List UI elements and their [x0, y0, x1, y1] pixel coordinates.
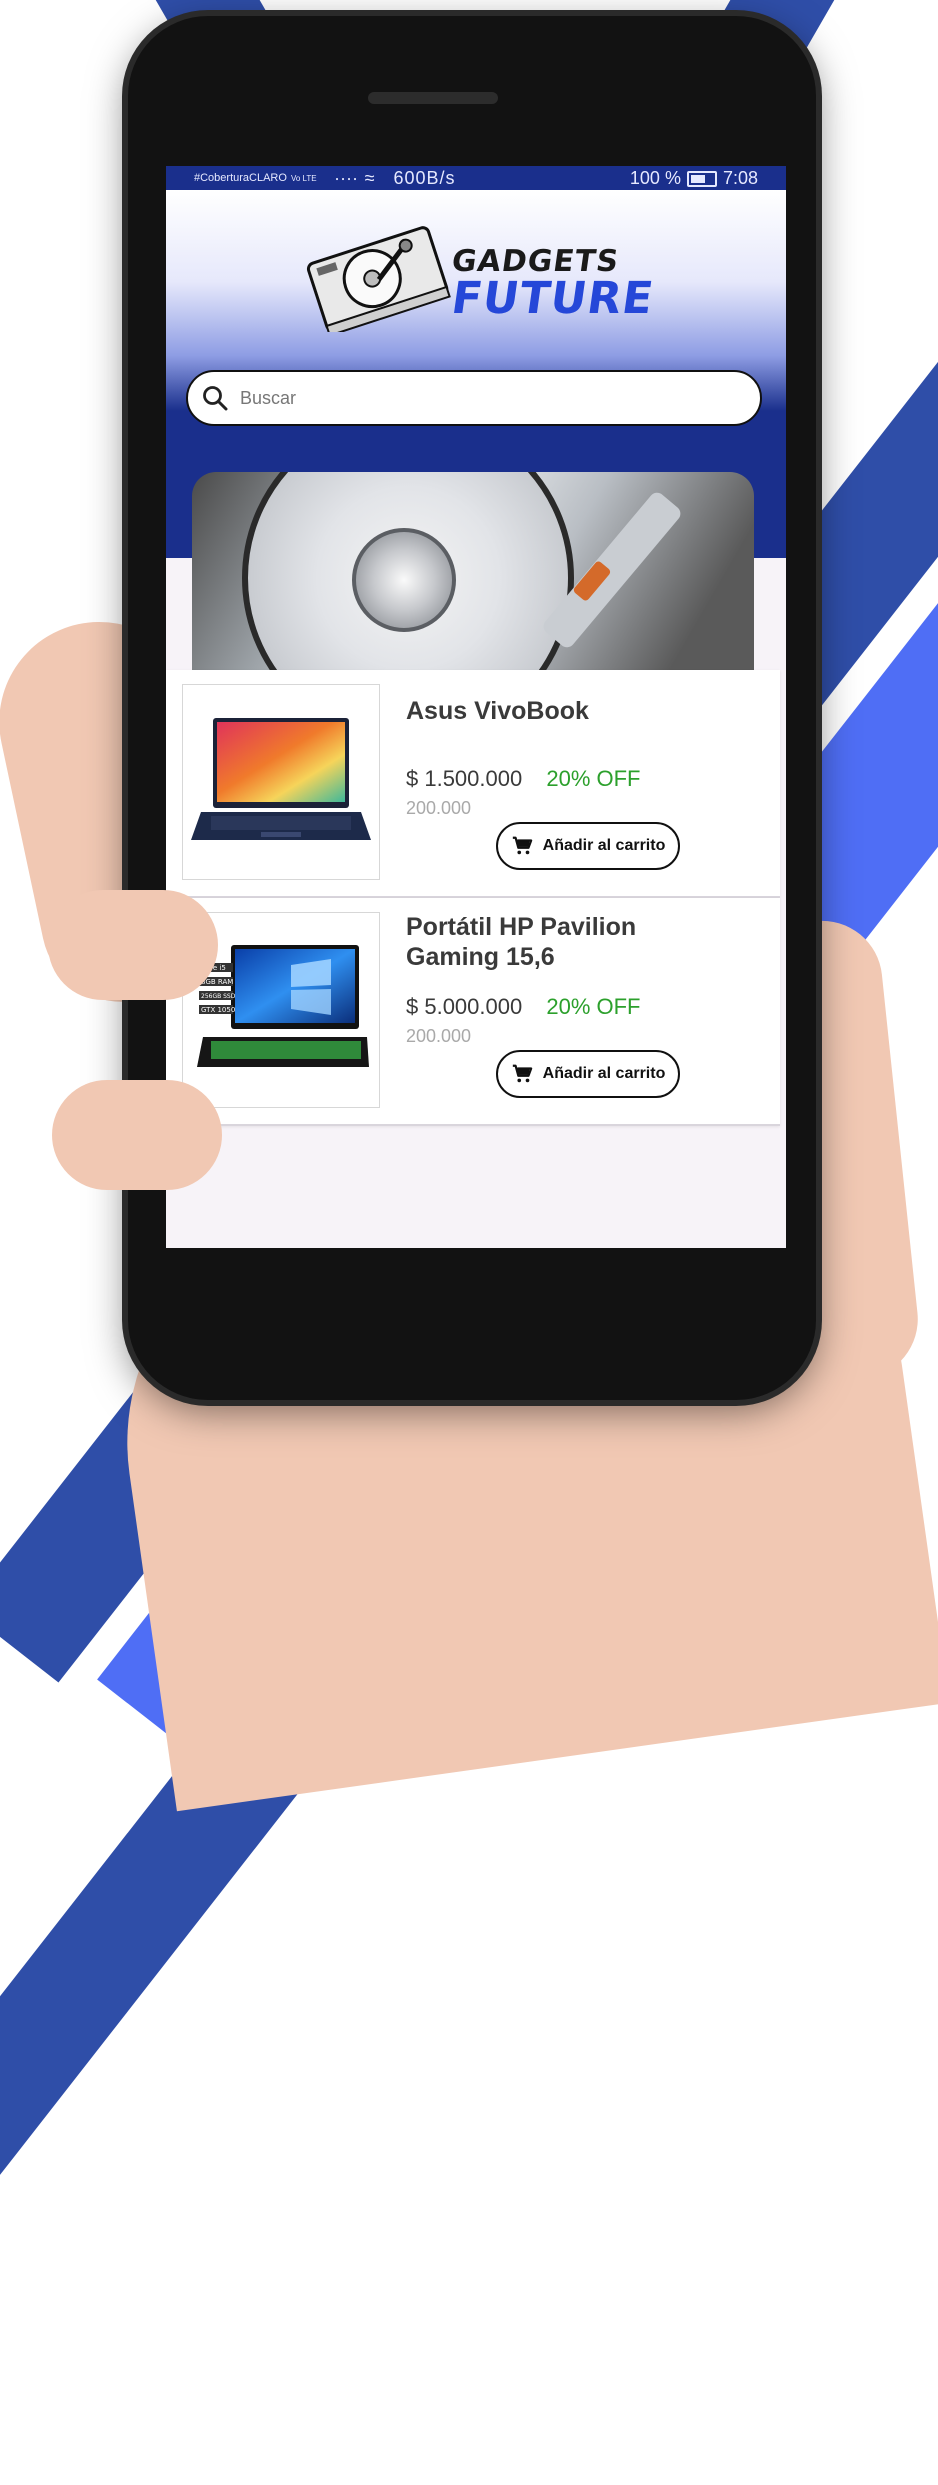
spec-label: GTX 1050 [201, 1006, 235, 1014]
discount-badge: 20% OFF [546, 766, 641, 791]
signal-icon: ∙∙∙∙ [334, 167, 359, 188]
app-header: GADGETS FUTURE [166, 190, 786, 706]
product-card[interactable]: Core i5 8GB RAM 256GB SSD GTX 1050 Portá… [166, 898, 780, 1126]
brand-logo[interactable]: GADGETS FUTURE [302, 222, 657, 332]
product-card[interactable]: Asus VivoBook $ 1.500.000 20% OFF 200.00… [166, 670, 780, 898]
price-row: $ 1.500.000 20% OFF [406, 766, 641, 792]
add-to-cart-button[interactable]: Añadir al carrito [496, 822, 680, 870]
carrier-label: #CoberturaCLARO [194, 172, 287, 184]
brand-wordmark: GADGETS FUTURE [448, 244, 657, 324]
spec-label: 256GB SSD [201, 993, 236, 1000]
search-input[interactable] [238, 386, 746, 410]
product-list: Asus VivoBook $ 1.500.000 20% OFF 200.00… [166, 670, 786, 1126]
network-label: Vo LTE [290, 173, 317, 183]
product-price: $ 5.000.000 [406, 994, 523, 1019]
hand-finger [52, 1080, 222, 1190]
product-name[interactable]: Portátil HP Pavilion Gaming 15,6 [406, 912, 706, 972]
hand-finger [48, 890, 218, 1000]
battery-label: 100 % [629, 167, 681, 188]
phone-bottom-bezel [166, 1248, 786, 1358]
cart-icon [512, 836, 532, 855]
banner-image-spindle [352, 528, 456, 632]
discount-badge: 20% OFF [546, 994, 641, 1019]
price-row: $ 5.000.000 20% OFF [406, 994, 641, 1020]
old-price: 200.000 [406, 1026, 472, 1046]
app-screen: #CoberturaCLARO Vo LTE ∙∙∙∙ ≈ 600B/s 100… [166, 166, 786, 1248]
old-price: 200.000 [406, 798, 472, 818]
status-bar: #CoberturaCLARO Vo LTE ∙∙∙∙ ≈ 600B/s 100… [166, 166, 786, 190]
hard-drive-icon [306, 226, 451, 332]
search-icon [203, 386, 228, 411]
product-info: Portátil HP Pavilion Gaming 15,6 [406, 912, 706, 972]
speed-label: 600B/s [393, 167, 456, 188]
phone-speaker [368, 92, 498, 104]
add-to-cart-button[interactable]: Añadir al carrito [496, 1050, 680, 1098]
search-bar[interactable] [186, 370, 762, 426]
laptop-image [191, 718, 371, 840]
product-name[interactable]: Asus VivoBook [406, 696, 706, 726]
laptop-image: Core i5 8GB RAM 256GB SSD GTX 1050 [197, 945, 369, 1067]
brand-line2: FUTURE [448, 273, 658, 324]
battery-icon [686, 171, 717, 187]
cart-button-label: Añadir al carrito [542, 1065, 666, 1082]
cart-icon [512, 1064, 532, 1083]
cart-button-label: Añadir al carrito [542, 837, 666, 854]
product-info: Asus VivoBook [406, 696, 706, 726]
time-label: 7:08 [722, 167, 758, 188]
product-price: $ 1.500.000 [406, 766, 523, 791]
wifi-icon: ≈ [364, 167, 376, 188]
product-image[interactable] [182, 684, 380, 880]
